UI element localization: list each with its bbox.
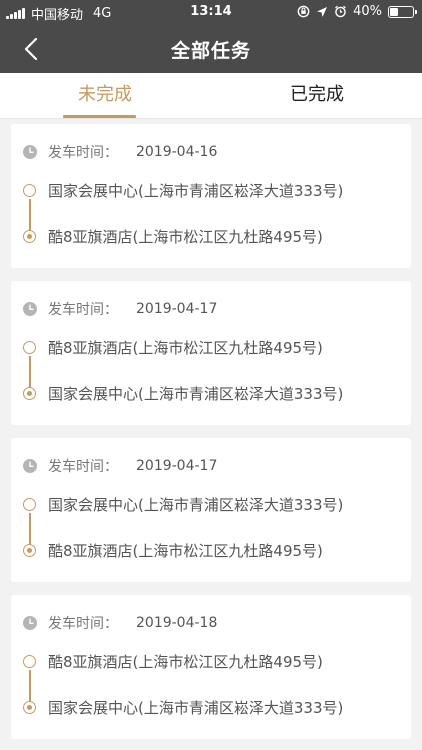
origin-address: 酷8亚旗酒店(上海市松江区九杜路495号) — [48, 653, 323, 671]
departure-date: 2019-04-16 — [136, 144, 218, 160]
task-card[interactable]: 发车时间： 2019-04-17 酷8亚旗酒店(上海市松江区九杜路495号) 国… — [11, 281, 411, 425]
clock-icon — [23, 459, 37, 473]
task-card[interactable]: 发车时间： 2019-04-17 国家会展中心(上海市青浦区崧泽大道333号) … — [11, 438, 411, 582]
battery-fill — [390, 7, 398, 16]
departure-date: 2019-04-17 — [136, 301, 218, 317]
origin-stop: 国家会展中心(上海市青浦区崧泽大道333号) — [23, 494, 343, 515]
clock-icon — [23, 145, 37, 159]
battery-percent: 40% — [353, 4, 382, 19]
destination-dot-icon — [23, 701, 36, 714]
origin-dot-icon — [23, 341, 36, 354]
destination-address: 国家会展中心(上海市青浦区崧泽大道333号) — [48, 385, 344, 403]
tab-pending[interactable]: 未完成 — [60, 73, 150, 119]
departure-time-row: 发车时间： 2019-04-18 — [23, 613, 217, 633]
destination-stop: 国家会展中心(上海市青浦区崧泽大道333号) — [23, 697, 343, 718]
destination-address: 国家会展中心(上海市青浦区崧泽大道333号) — [48, 699, 344, 717]
page-title: 全部任务 — [170, 40, 251, 62]
origin-dot-icon — [23, 184, 36, 197]
departure-time-label: 发车时间： — [48, 302, 118, 318]
origin-address: 国家会展中心(上海市青浦区崧泽大道333号) — [48, 496, 344, 514]
clock-icon — [23, 302, 37, 316]
clock-icon — [23, 616, 37, 630]
departure-time-row: 发车时间： 2019-04-17 — [23, 299, 217, 319]
departure-date: 2019-04-17 — [136, 458, 218, 474]
origin-stop: 国家会展中心(上海市青浦区崧泽大道333号) — [23, 180, 343, 201]
active-tab-indicator — [63, 115, 136, 118]
departure-date: 2019-04-18 — [136, 615, 218, 631]
departure-time-row: 发车时间： 2019-04-17 — [23, 456, 217, 476]
nav-bar: 全部任务 — [0, 24, 422, 73]
origin-dot-icon — [23, 498, 36, 511]
status-right: 40% — [297, 4, 417, 19]
task-card[interactable]: 发车时间： 2019-04-18 酷8亚旗酒店(上海市松江区九杜路495号) 国… — [11, 595, 411, 739]
origin-stop: 酷8亚旗酒店(上海市松江区九杜路495号) — [23, 337, 323, 358]
battery-icon — [388, 5, 417, 18]
destination-stop: 酷8亚旗酒店(上海市松江区九杜路495号) — [23, 226, 323, 247]
departure-time-label: 发车时间： — [48, 616, 118, 632]
origin-address: 酷8亚旗酒店(上海市松江区九杜路495号) — [48, 339, 323, 357]
destination-address: 酷8亚旗酒店(上海市松江区九杜路495号) — [48, 542, 323, 560]
location-arrow-icon — [317, 6, 328, 17]
rotation-lock-icon — [297, 5, 310, 18]
origin-stop: 酷8亚旗酒店(上海市松江区九杜路495号) — [23, 651, 323, 672]
destination-stop: 国家会展中心(上海市青浦区崧泽大道333号) — [23, 383, 343, 404]
origin-dot-icon — [23, 655, 36, 668]
destination-dot-icon — [23, 387, 36, 400]
tab-completed[interactable]: 已完成 — [272, 73, 362, 119]
origin-address: 国家会展中心(上海市青浦区崧泽大道333号) — [48, 182, 344, 200]
alarm-icon — [335, 5, 347, 18]
task-card[interactable]: 发车时间： 2019-04-16 国家会展中心(上海市青浦区崧泽大道333号) … — [11, 124, 411, 268]
departure-time-label: 发车时间： — [48, 145, 118, 161]
departure-time-row: 发车时间： 2019-04-16 — [23, 142, 217, 162]
status-bar: 中国移动 4G 13:14 40% — [0, 0, 422, 24]
destination-dot-icon — [23, 230, 36, 243]
destination-dot-icon — [23, 544, 36, 557]
departure-time-label: 发车时间： — [48, 459, 118, 475]
destination-address: 酷8亚旗酒店(上海市松江区九杜路495号) — [48, 228, 323, 246]
destination-stop: 酷8亚旗酒店(上海市松江区九杜路495号) — [23, 540, 323, 561]
tab-bar: 未完成 已完成 — [0, 73, 422, 119]
task-list: 发车时间： 2019-04-16 国家会展中心(上海市青浦区崧泽大道333号) … — [11, 124, 411, 750]
